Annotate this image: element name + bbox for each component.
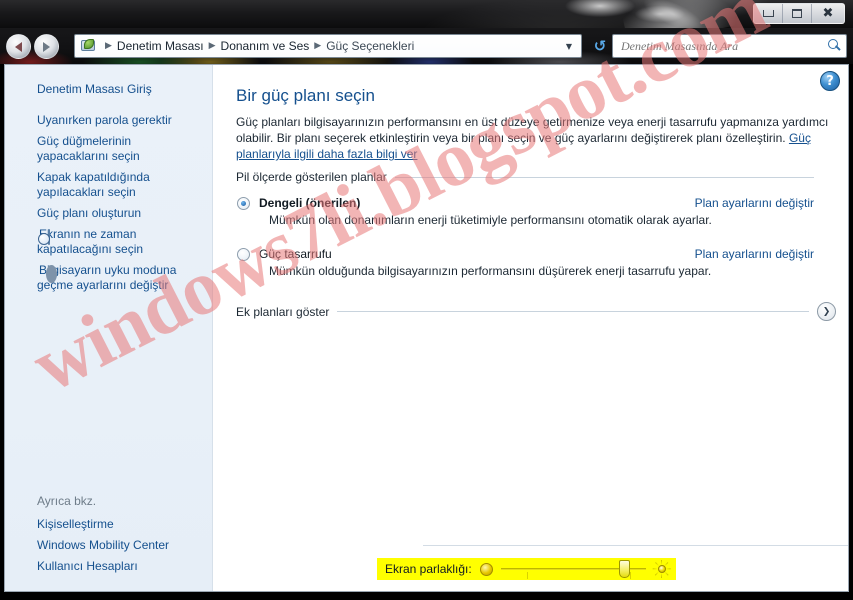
- page-description: Güç planları bilgisayarınızın performans…: [236, 114, 830, 162]
- divider: [337, 311, 809, 312]
- window-body: Denetim Masası Giriş Uyanırken parola ge…: [4, 64, 849, 592]
- plan-description: Mümkün olduğunda bilgisayarınızın perfor…: [269, 264, 712, 278]
- slider-tick: [526, 572, 528, 579]
- divider: [423, 545, 848, 546]
- help-icon[interactable]: ?: [820, 71, 840, 91]
- breadcrumb-item-hardware-sound[interactable]: Donanım ve Ses: [221, 39, 310, 53]
- divider: [394, 176, 814, 178]
- close-icon: ✖: [822, 6, 834, 21]
- brightness-label: Ekran parlaklığı:: [385, 562, 472, 576]
- sun-icon: [652, 560, 671, 578]
- search-box[interactable]: [612, 34, 847, 58]
- sidebar-item-display-turnoff[interactable]: Ekranın ne zaman kapatılacağını seçin: [5, 224, 212, 260]
- sidebar: Denetim Masası Giriş Uyanırken parola ge…: [5, 65, 213, 591]
- change-plan-settings-link-power-saver[interactable]: Plan ayarlarını değiştir: [695, 247, 814, 261]
- plans-group: Pil ölçerde gösterilen planlar Dengeli (…: [236, 170, 814, 278]
- control-panel-icon: [80, 38, 97, 54]
- sidebar-item-mobility-center[interactable]: Windows Mobility Center: [5, 535, 213, 556]
- radio-power-saver[interactable]: [237, 248, 250, 261]
- desktop-reflection: [540, 0, 740, 28]
- show-additional-plans-label: Ek planları göster: [236, 304, 330, 319]
- sidebar-item-label: Ekranın ne zaman kapatılacağını seçin: [37, 227, 144, 256]
- breadcrumb-item-power-options[interactable]: Güç Seçenekleri: [326, 39, 414, 53]
- radio-balanced[interactable]: [237, 197, 250, 210]
- show-additional-plans-row[interactable]: Ek planları göster ❯: [236, 302, 836, 321]
- power-options-window: ✖ ▶ Denetim Masası ▶ Donanım ve Ses ▶ Gü…: [0, 0, 853, 600]
- maximize-icon: [792, 9, 802, 18]
- sidebar-see-also: Ayrıca bkz. Kişiselleştirme Windows Mobi…: [5, 494, 213, 577]
- title-bar: ✖: [0, 0, 853, 48]
- slider-tick: [629, 572, 631, 579]
- moon-icon: [48, 265, 50, 281]
- window-controls: ✖: [753, 3, 845, 24]
- page-description-text: Güç planları bilgisayarınızın performans…: [236, 115, 829, 145]
- see-also-heading: Ayrıca bkz.: [37, 494, 97, 508]
- slider-thumb[interactable]: [618, 560, 630, 578]
- close-button[interactable]: ✖: [812, 4, 844, 23]
- sidebar-item-power-buttons[interactable]: Güç düğmelerinin yapacaklarını seçin: [5, 131, 212, 167]
- minimize-icon: [762, 10, 774, 17]
- maximize-button[interactable]: [783, 4, 812, 23]
- sidebar-item-user-accounts[interactable]: Kullanıcı Hesapları: [5, 556, 213, 577]
- sidebar-item-create-power-plan[interactable]: Güç planı oluşturun: [5, 203, 212, 224]
- breadcrumb-separator-icon: ▶: [105, 41, 112, 51]
- navigation-bar: ▶ Denetim Masası ▶ Donanım ve Ses ▶ Güç …: [0, 28, 853, 64]
- plan-row-balanced[interactable]: Dengeli (önerilen) Mümkün olan donanımla…: [236, 196, 814, 227]
- plan-description: Mümkün olan donanımların enerji tüketimi…: [269, 213, 712, 227]
- sidebar-item-require-password[interactable]: Uyanırken parola gerektir: [5, 110, 212, 131]
- back-button[interactable]: [6, 34, 31, 59]
- change-plan-settings-link-balanced[interactable]: Plan ayarlarını değiştir: [695, 196, 814, 210]
- search-icon: [826, 38, 842, 54]
- search-input[interactable]: [621, 38, 826, 54]
- breadcrumb-separator-icon: ▶: [208, 41, 216, 51]
- plan-row-power-saver[interactable]: Güç tasarrufu Mümkün olduğunda bilgisaya…: [236, 247, 814, 278]
- sidebar-item-lid-close[interactable]: Kapak kapatıldığında yapılacakları seçin: [5, 167, 212, 203]
- breadcrumb-item-control-panel[interactable]: Denetim Masası: [117, 39, 204, 53]
- page-title: Bir güç planı seçin: [236, 86, 375, 105]
- forward-button[interactable]: [34, 34, 59, 59]
- main-content: ? Bir güç planı seçin Güç planları bilgi…: [214, 65, 848, 591]
- clock-monitor-icon: [48, 229, 50, 245]
- minimize-button[interactable]: [754, 4, 783, 23]
- screen-brightness-control: Ekran parlaklığı:: [377, 558, 676, 580]
- chevron-down-icon[interactable]: ❯: [817, 302, 836, 321]
- plans-group-label: Pil ölçerde gösterilen planlar: [236, 170, 387, 184]
- sidebar-item-sleep-settings[interactable]: Bilgisayarın uyku moduna geçme ayarların…: [5, 260, 212, 296]
- sidebar-item-label: Bilgisayarın uyku moduna geçme ayarların…: [37, 263, 177, 292]
- sidebar-item-control-panel-home[interactable]: Denetim Masası Giriş: [5, 79, 212, 100]
- refresh-icon[interactable]: ↺: [590, 36, 610, 56]
- breadcrumb-separator-icon: ▶: [314, 41, 322, 51]
- dim-brightness-icon: [479, 562, 493, 576]
- brightness-slider[interactable]: [500, 560, 646, 579]
- sidebar-item-personalization[interactable]: Kişiselleştirme: [5, 514, 213, 535]
- sidebar-links: Denetim Masası Giriş Uyanırken parola ge…: [5, 65, 212, 296]
- plans-group-header: Pil ölçerde gösterilen planlar: [236, 170, 814, 184]
- chevron-down-icon[interactable]: ▼: [560, 42, 578, 51]
- address-breadcrumb-bar[interactable]: ▶ Denetim Masası ▶ Donanım ve Ses ▶ Güç …: [74, 34, 582, 58]
